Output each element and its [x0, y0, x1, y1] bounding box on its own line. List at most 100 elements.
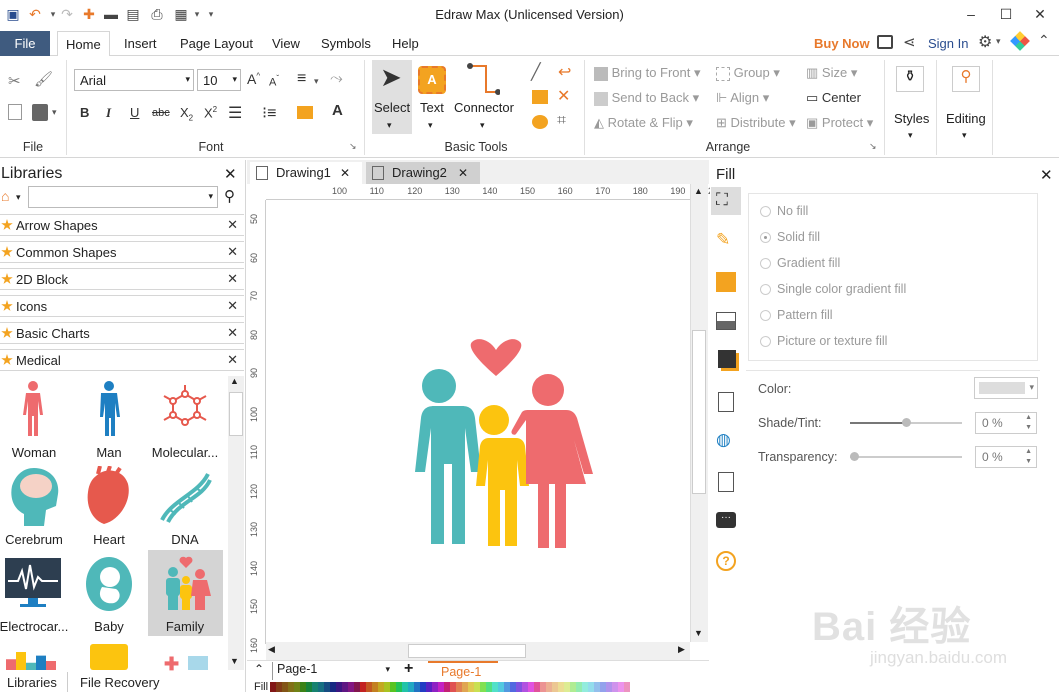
man-shape-icon[interactable] — [94, 380, 124, 440]
search-editing-icon[interactable]: ⚲ — [952, 66, 980, 92]
search-icon[interactable]: ⚲ — [224, 187, 235, 205]
fill-option-picture-texture[interactable]: Picture or texture fill — [760, 334, 887, 348]
close-icon[interactable]: ✕ — [227, 298, 238, 314]
text-direction-icon[interactable]: ⤳ — [330, 70, 343, 88]
color-swatch[interactable] — [624, 682, 630, 692]
underline-button[interactable]: U — [130, 105, 139, 120]
settings-dropdown-icon[interactable]: ▾ — [996, 36, 1001, 47]
transparency-slider-track[interactable] — [850, 456, 962, 458]
library-item-icons[interactable]: Icons ✕ — [0, 295, 244, 317]
close-icon[interactable]: ✕ — [227, 244, 238, 260]
close-icon[interactable]: ✕ — [227, 271, 238, 287]
close-icon[interactable]: ✕ — [227, 352, 238, 368]
cerebrum-shape-icon[interactable] — [8, 466, 60, 528]
shade-tint-spinner[interactable]: 0 % ▲ ▼ — [975, 412, 1037, 434]
globe-hyperlink-icon[interactable]: ◍ — [716, 430, 731, 450]
font-dialog-launcher-icon[interactable]: ↘ — [349, 141, 357, 152]
bandage-shape-icon[interactable] — [188, 656, 208, 670]
shrink-font-icon[interactable]: Aˇ — [269, 74, 279, 89]
add-page-icon[interactable]: + — [404, 660, 413, 678]
center-button[interactable]: ▭ Center — [806, 90, 861, 106]
library-item-arrow-shapes[interactable]: Arrow Shapes ✕ — [0, 214, 244, 236]
library-item-common-shapes[interactable]: Common Shapes ✕ — [0, 241, 244, 263]
send-to-back-button[interactable]: Send to Back ▾ — [594, 90, 699, 106]
close-tab-icon[interactable]: ✕ — [458, 162, 468, 184]
minimize-button[interactable]: – — [955, 3, 987, 25]
tab-view[interactable]: View — [264, 31, 308, 56]
cut-icon[interactable]: ✂ — [8, 72, 21, 90]
image-icon[interactable] — [716, 312, 736, 330]
fill-option-gradient-fill[interactable]: Gradient fill — [760, 256, 840, 270]
color-palette[interactable] — [270, 682, 630, 692]
font-name-select[interactable]: Arial ▾ — [74, 69, 194, 91]
page-tab-active[interactable]: Page-1 — [428, 661, 498, 681]
align-dropdown-icon[interactable]: ▾ — [314, 76, 319, 87]
maximize-button[interactable]: ☐ — [990, 3, 1022, 25]
styles-button[interactable]: Styles — [894, 111, 929, 126]
align-button[interactable]: ⊩ Align ▾ — [716, 90, 769, 106]
strikethrough-button[interactable]: abc — [152, 107, 170, 119]
paste-icon[interactable] — [32, 104, 48, 121]
scroll-right-icon[interactable]: ▶ — [678, 644, 685, 655]
tab-file-recovery[interactable]: File Recovery — [80, 672, 159, 690]
page-bar-collapse-icon[interactable]: ⌃ — [254, 662, 264, 676]
bullet-list-icon[interactable]: ⁝≡ — [262, 103, 276, 123]
molecular-shape-icon[interactable] — [160, 382, 210, 432]
baby-shape-icon[interactable] — [84, 555, 134, 613]
close-window-button[interactable]: ✕ — [1024, 3, 1056, 25]
fill-option-solid-fill[interactable]: Solid fill — [760, 230, 820, 244]
close-libraries-icon[interactable]: ✕ — [224, 165, 237, 183]
font-color-icon[interactable]: A — [332, 102, 343, 119]
bold-button[interactable]: B — [80, 105, 89, 120]
shade-tint-slider-handle[interactable] — [902, 418, 911, 427]
paste-dropdown-icon[interactable]: ▾ — [52, 107, 57, 118]
file-menu-button[interactable]: File — [0, 31, 50, 56]
distribute-button[interactable]: ⊞ Distribute ▾ — [716, 115, 796, 131]
home-library-dropdown-icon[interactable]: ▾ — [16, 192, 21, 203]
bring-to-front-button[interactable]: Bring to Front ▾ — [594, 65, 701, 81]
transparency-slider-handle[interactable] — [850, 452, 859, 461]
close-fill-panel-icon[interactable]: ✕ — [1040, 166, 1053, 184]
tab-libraries[interactable]: Libraries — [0, 672, 68, 692]
tab-drawing1[interactable]: Drawing1 ✕ — [250, 162, 362, 184]
family-shape-icon[interactable] — [160, 556, 212, 610]
connector-label[interactable]: Connector — [454, 100, 514, 115]
connector-dropdown-icon[interactable]: ▾ — [480, 120, 485, 131]
subscript-button[interactable]: X2 — [180, 105, 193, 123]
library-scroll-thumb[interactable] — [229, 392, 243, 436]
font-size-select[interactable]: 10 ▾ — [197, 69, 241, 91]
shadow-icon[interactable] — [716, 272, 736, 292]
tab-insert[interactable]: Insert — [116, 31, 165, 56]
tab-drawing2[interactable]: Drawing2 ✕ — [366, 162, 480, 184]
clipboard-shape-icon[interactable] — [90, 644, 128, 670]
rectangle-tool-icon[interactable] — [532, 90, 548, 104]
comment-icon[interactable]: ··· — [716, 512, 736, 528]
scroll-left-icon[interactable]: ◀ — [268, 644, 275, 655]
select-dropdown-icon[interactable]: ▾ — [387, 120, 392, 131]
close-icon[interactable]: ✕ — [227, 325, 238, 341]
family-illustration[interactable] — [396, 338, 598, 550]
rotate-flip-button[interactable]: ◭ Rotate & Flip ▾ — [594, 115, 693, 131]
size-button[interactable]: ▥ Size ▾ — [806, 65, 857, 81]
library-item-medical[interactable]: Medical ✕ — [0, 349, 244, 371]
electrocardiogram-shape-icon[interactable] — [4, 557, 62, 609]
share-icon[interactable]: ⋖ — [903, 33, 916, 51]
attachment-icon[interactable] — [718, 472, 734, 492]
text-highlight-icon[interactable] — [297, 106, 313, 119]
tab-help[interactable]: Help — [384, 31, 427, 56]
dna-shape-icon[interactable] — [158, 470, 212, 524]
grow-font-icon[interactable]: A^ — [247, 71, 260, 87]
transparency-spinner[interactable]: 0 % ▲ ▼ — [975, 446, 1037, 468]
vertical-scroll-thumb[interactable] — [692, 330, 706, 494]
line-tool-icon[interactable]: ╱ — [531, 62, 541, 82]
horizontal-scroll-thumb[interactable] — [408, 644, 526, 658]
tab-page-layout[interactable]: Page Layout — [172, 31, 261, 56]
text-align-icon[interactable]: ≡ — [297, 70, 306, 88]
italic-button[interactable]: I — [106, 105, 111, 121]
arc-tool-icon[interactable]: ↩ — [558, 62, 571, 82]
library-item-basic-charts[interactable]: Basic Charts ✕ — [0, 322, 244, 344]
page-select[interactable]: Page-1 ▾ — [272, 662, 394, 680]
buy-now-link[interactable]: Buy Now — [814, 36, 870, 51]
fill-option-pattern-fill[interactable]: Pattern fill — [760, 308, 833, 322]
connector-tool-icon[interactable] — [466, 62, 500, 96]
